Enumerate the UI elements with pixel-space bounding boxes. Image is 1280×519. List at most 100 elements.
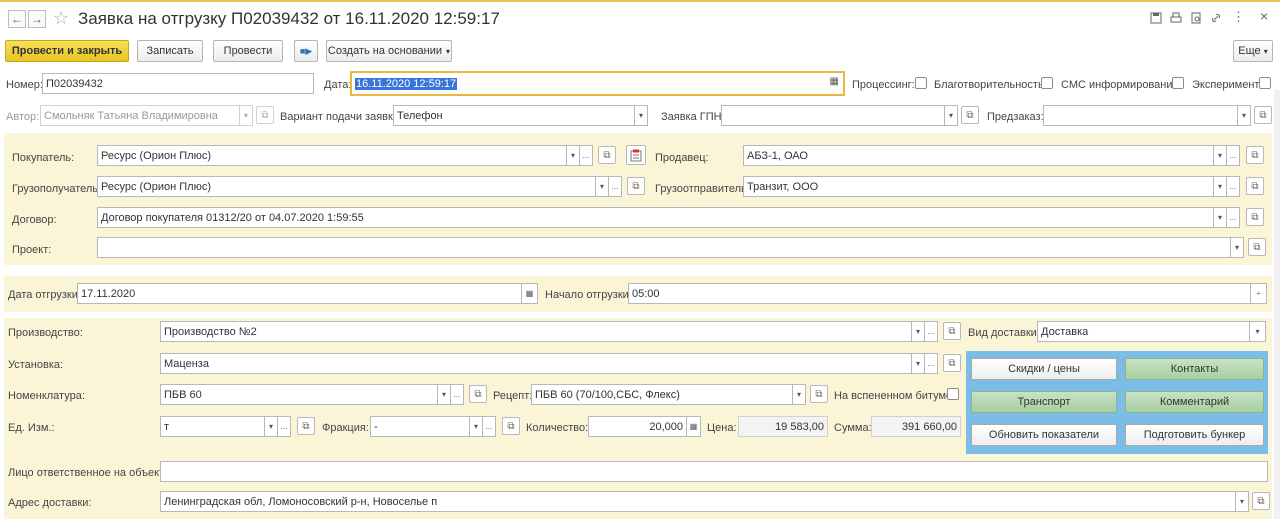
unit-open-button[interactable]: ⧉ [297, 417, 315, 435]
processing-checkbox[interactable] [915, 77, 927, 89]
nomenclature-field[interactable]: ПБВ 60 [160, 384, 438, 405]
responsible-person-field[interactable] [160, 461, 1268, 482]
plant-open-button[interactable]: ⧉ [943, 354, 961, 372]
contract-field[interactable]: Договор покупателя 01312/20 от 04.07.202… [97, 207, 1214, 228]
unit-select-button[interactable]: ... [278, 416, 291, 437]
fraction-open-button[interactable]: ⧉ [502, 417, 520, 435]
recipe-field[interactable]: ПБВ 60 (70/100,СБС, Флекс) [531, 384, 793, 405]
nomenclature-dropdown-button[interactable]: ▾ [438, 384, 451, 405]
quantity-calculator-button[interactable]: ▦ [687, 416, 701, 437]
seller-open-button[interactable]: ⧉ [1246, 146, 1264, 164]
prepare-bunker-button[interactable]: Подготовить бункер [1125, 424, 1264, 446]
contract-dropdown-button[interactable]: ▾ [1214, 207, 1227, 228]
unit-dropdown-button[interactable]: ▾ [265, 416, 278, 437]
contacts-button[interactable]: Контакты [1125, 358, 1264, 380]
seller-dropdown-button[interactable]: ▾ [1214, 145, 1227, 166]
calendar-icon[interactable]: ▦ [830, 76, 839, 87]
project-dropdown-button[interactable]: ▾ [1231, 237, 1244, 258]
contract-open-button[interactable]: ⧉ [1246, 208, 1264, 226]
shipment-start-spin-button[interactable]: ÷ [1251, 283, 1267, 304]
production-open-button[interactable]: ⧉ [943, 322, 961, 340]
clipboard-button[interactable] [626, 145, 646, 165]
more-menu-icon[interactable]: ⋮ [1232, 9, 1245, 25]
shipment-start-field[interactable]: 05:00 [628, 283, 1251, 304]
gpn-open-button[interactable]: ⧉ [961, 106, 979, 124]
delivery-address-open-button[interactable]: ⧉ [1252, 492, 1270, 510]
more-actions-button[interactable]: Еще ▾ [1233, 40, 1273, 62]
seller-field[interactable]: АБЗ-1, ОАО [743, 145, 1214, 166]
fraction-select-button[interactable]: ... [483, 416, 496, 437]
variant-dropdown-button[interactable]: ▾ [635, 105, 648, 126]
recipe-open-button[interactable]: ⧉ [810, 385, 828, 403]
contract-select-button[interactable]: ... [1227, 207, 1240, 228]
foamed-bitumen-checkbox[interactable] [947, 388, 959, 400]
preview-icon[interactable] [1190, 12, 1202, 24]
favorite-star-icon[interactable]: ☆ [53, 8, 69, 29]
delivery-address-dropdown-button[interactable]: ▾ [1236, 491, 1249, 512]
plant-select-button[interactable]: ... [925, 353, 938, 374]
production-field[interactable]: Производство №2 [160, 321, 912, 342]
project-field[interactable] [97, 237, 1231, 258]
preorder-dropdown-button[interactable]: ▾ [1238, 105, 1251, 126]
fraction-field[interactable]: - [370, 416, 470, 437]
preorder-open-button[interactable]: ⧉ [1254, 106, 1272, 124]
shipper-select-button[interactable]: ... [1227, 176, 1240, 197]
consignee-field[interactable]: Ресурс (Орион Плюс) [97, 176, 596, 197]
shipper-field[interactable]: Транзит, ООО [743, 176, 1214, 197]
comment-button[interactable]: Комментарий [1125, 391, 1264, 413]
fraction-dropdown-button[interactable]: ▾ [470, 416, 483, 437]
nomenclature-select-button[interactable]: ... [451, 384, 464, 405]
close-icon[interactable]: × [1260, 8, 1268, 24]
buyer-dropdown-button[interactable]: ▾ [567, 145, 580, 166]
buyer-select-button[interactable]: ... [580, 145, 593, 166]
consignee-open-button[interactable]: ⧉ [627, 177, 645, 195]
shipment-date-field[interactable]: 17.11.2020 [77, 283, 522, 304]
refresh-indicators-button[interactable]: Обновить показатели [971, 424, 1117, 446]
gpn-dropdown-button[interactable]: ▾ [945, 105, 958, 126]
unit-field[interactable]: т [160, 416, 265, 437]
project-open-button[interactable]: ⧉ [1248, 238, 1266, 256]
shipment-calendar-button[interactable]: ▦ [522, 283, 538, 304]
consignee-dropdown-button[interactable]: ▾ [596, 176, 609, 197]
experiment-checkbox[interactable] [1259, 77, 1271, 89]
plant-dropdown-button[interactable]: ▾ [912, 353, 925, 374]
transport-button[interactable]: Транспорт [971, 391, 1117, 413]
author-dropdown-button[interactable]: ▾ [240, 105, 253, 126]
back-button[interactable]: ← [8, 10, 26, 28]
nomenclature-open-button[interactable]: ⧉ [469, 385, 487, 403]
seller-select-button[interactable]: ... [1227, 145, 1240, 166]
author-field[interactable]: Смольняк Татьяна Владимировна [40, 105, 240, 126]
number-field[interactable]: П02039432 [42, 73, 314, 94]
create-based-on-button[interactable]: Создать на основании ▾ [326, 40, 452, 62]
post-button[interactable]: Провести [213, 40, 283, 62]
delivery-type-dropdown-button[interactable]: ▾ [1250, 321, 1266, 342]
variant-field[interactable]: Телефон [393, 105, 635, 126]
link-icon[interactable] [1210, 12, 1222, 24]
gpn-field[interactable] [721, 105, 945, 126]
vertical-scrollbar[interactable] [1274, 90, 1280, 519]
print-icon[interactable] [1170, 12, 1182, 24]
delivery-type-field[interactable]: Доставка [1037, 321, 1250, 342]
forward-button[interactable]: → [28, 10, 46, 28]
preorder-field[interactable] [1043, 105, 1238, 126]
charity-checkbox[interactable] [1041, 77, 1053, 89]
post-and-close-button[interactable]: Провести и закрыть [5, 40, 129, 62]
shipper-open-button[interactable]: ⧉ [1246, 177, 1264, 195]
production-dropdown-button[interactable]: ▾ [912, 321, 925, 342]
recipe-dropdown-button[interactable]: ▾ [793, 384, 806, 405]
save-button[interactable]: Записать [137, 40, 203, 62]
sms-checkbox[interactable] [1172, 77, 1184, 89]
author-open-button[interactable]: ⧉ [256, 106, 274, 124]
save-disk-icon[interactable] [1150, 12, 1162, 24]
shipper-dropdown-button[interactable]: ▾ [1214, 176, 1227, 197]
buyer-open-button[interactable]: ⧉ [598, 146, 616, 164]
discounts-prices-button[interactable]: Скидки / цены [971, 358, 1117, 380]
plant-field[interactable]: Маценза [160, 353, 912, 374]
delivery-address-field[interactable]: Ленинградская обл, Ломоносовский р-н, Но… [160, 491, 1236, 512]
date-field[interactable]: 16.11.2020 12:59:17 ▦ [350, 71, 845, 96]
structure-button[interactable]: ■▶ [294, 40, 318, 62]
quantity-field[interactable]: 20,000 [588, 416, 687, 437]
consignee-select-button[interactable]: ... [609, 176, 622, 197]
buyer-field[interactable]: Ресурс (Орион Плюс) [97, 145, 567, 166]
production-select-button[interactable]: ... [925, 321, 938, 342]
